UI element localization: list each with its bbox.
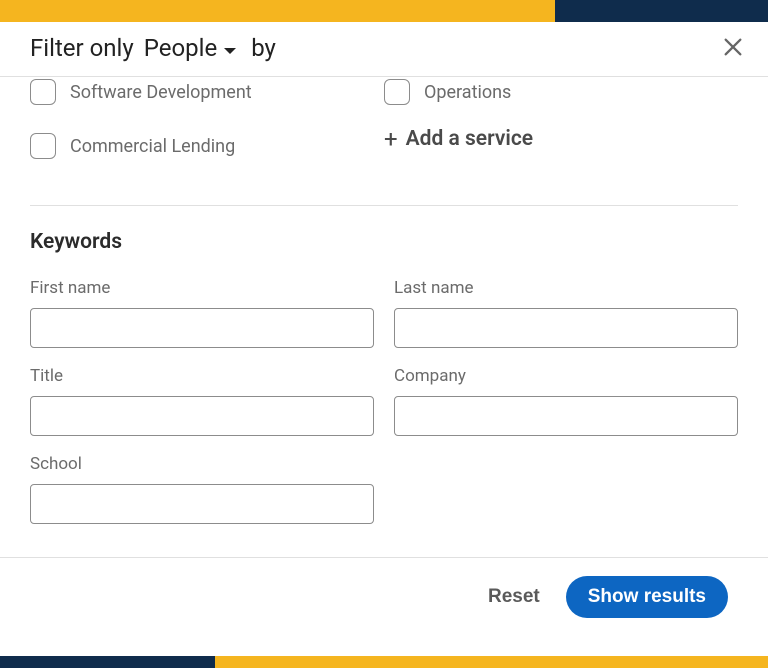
company-label: Company xyxy=(394,366,738,386)
accent-gold xyxy=(215,656,768,668)
keywords-title: Keywords xyxy=(30,230,738,254)
last-name-input[interactable] xyxy=(394,308,738,348)
service-option[interactable]: Software Development xyxy=(30,79,384,105)
service-label: Software Development xyxy=(70,82,252,103)
show-results-button[interactable]: Show results xyxy=(566,576,728,618)
filter-scroll-area[interactable]: Software Development Commercial Lending … xyxy=(0,77,768,557)
checkbox[interactable] xyxy=(30,133,56,159)
last-name-label: Last name xyxy=(394,278,738,298)
filter-modal-header: Filter only People by xyxy=(0,22,768,77)
title-input[interactable] xyxy=(30,396,374,436)
service-option[interactable]: Operations xyxy=(384,79,738,105)
company-input[interactable] xyxy=(394,396,738,436)
filter-entity-dropdown[interactable]: People xyxy=(144,34,237,62)
close-button[interactable] xyxy=(722,36,744,62)
services-section: Software Development Commercial Lending … xyxy=(30,85,738,206)
plus-icon: + xyxy=(384,127,398,151)
title-field-wrapper: Title xyxy=(30,366,374,436)
school-field-wrapper: School xyxy=(30,454,374,524)
add-service-label: Add a service xyxy=(406,127,533,151)
add-service-button[interactable]: + Add a service xyxy=(384,127,738,151)
close-icon xyxy=(722,43,744,62)
service-option[interactable]: Commercial Lending xyxy=(30,133,384,159)
checkbox[interactable] xyxy=(30,79,56,105)
first-name-label: First name xyxy=(30,278,374,298)
service-label: Commercial Lending xyxy=(70,136,235,157)
filter-suffix: by xyxy=(251,34,276,62)
first-name-input[interactable] xyxy=(30,308,374,348)
last-name-field-wrapper: Last name xyxy=(394,278,738,348)
page-accent-top xyxy=(0,0,768,22)
school-input[interactable] xyxy=(30,484,374,524)
filter-prefix: Filter only xyxy=(30,34,134,62)
school-label: School xyxy=(30,454,374,474)
filter-footer: Reset Show results xyxy=(0,557,768,635)
filter-entity-label: People xyxy=(144,34,217,62)
accent-navy xyxy=(0,656,215,668)
first-name-field-wrapper: First name xyxy=(30,278,374,348)
reset-button[interactable]: Reset xyxy=(488,586,540,608)
company-field-wrapper: Company xyxy=(394,366,738,436)
accent-navy xyxy=(555,0,768,22)
page-accent-bottom xyxy=(0,656,768,668)
checkbox[interactable] xyxy=(384,79,410,105)
title-label: Title xyxy=(30,366,374,386)
keywords-section: Keywords First name Last name Title Comp… xyxy=(30,230,738,524)
accent-gold xyxy=(0,0,555,22)
caret-down-icon xyxy=(223,34,237,62)
service-label: Operations xyxy=(424,82,511,103)
